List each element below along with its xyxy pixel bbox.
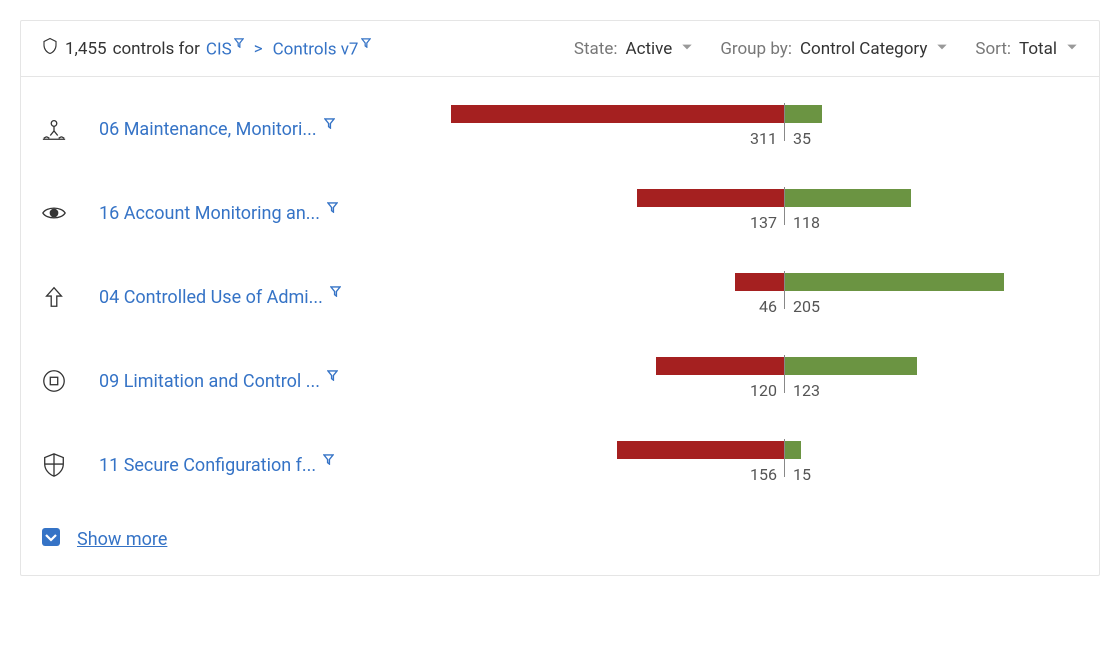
category-bar-chart: 120 123 [419,355,1079,407]
category-bar-chart: 156 15 [419,439,1079,491]
bar-right [785,105,822,123]
value-left: 120 [750,381,777,400]
sort-select[interactable]: Sort: Total [975,39,1079,59]
value-left: 156 [750,465,777,484]
shield-icon [41,37,59,60]
control-category-row: 06 Maintenance, Monitori... 311 35 [21,87,1099,171]
filter-icon[interactable] [327,202,338,213]
header-title: 1,455 controls for CIS > Controls v7 [41,37,371,60]
filter-icon[interactable] [330,286,341,297]
category-bar-chart: 311 35 [419,103,1079,155]
header-controls: State: Active Group by: Control Category… [574,39,1079,59]
breadcrumb-separator: > [254,39,263,59]
chart-axis [784,439,785,477]
category-name-link[interactable]: 16 Account Monitoring an... [99,203,419,224]
filter-icon[interactable] [324,118,335,129]
value-right: 118 [793,213,820,232]
controls-label: controls for [113,39,200,59]
value-right: 205 [793,297,820,316]
chevron-down-icon [680,39,694,59]
panel-footer: Show more [21,507,1099,575]
bar-left [656,357,784,375]
chart-axis [784,187,785,225]
groupby-select[interactable]: Group by: Control Category [720,39,949,59]
control-category-row: 16 Account Monitoring an... 137 118 [21,171,1099,255]
filter-icon[interactable] [323,454,334,465]
control-category-row: 09 Limitation and Control ... 120 123 [21,339,1099,423]
category-bar-chart: 137 118 [419,187,1079,239]
value-left: 46 [759,297,777,316]
value-right: 35 [793,129,811,148]
filter-icon[interactable] [327,370,338,381]
chevron-down-icon [935,39,949,59]
control-category-row: 11 Secure Configuration f... 156 15 [21,423,1099,507]
up-arrow-icon [41,284,99,310]
bar-right [785,273,1004,291]
chart-axis [784,355,785,393]
filter-icon[interactable] [361,38,371,48]
category-name-link[interactable]: 09 Limitation and Control ... [99,371,419,392]
bar-left [617,441,784,459]
eye-icon [41,200,99,226]
value-right: 15 [793,465,811,484]
chart-axis [784,103,785,141]
chevron-down-icon [1065,39,1079,59]
control-category-rows: 06 Maintenance, Monitori... 311 35 16 Accou… [21,77,1099,507]
bar-right [785,357,917,375]
bar-right [785,441,801,459]
breadcrumb-controls-v7[interactable]: Controls v7 [273,38,371,60]
controls-count: 1,455 [65,39,107,59]
bar-left [735,273,784,291]
bar-left [451,105,784,123]
maintenance-icon [41,116,99,142]
chart-axis [784,271,785,309]
value-right: 123 [793,381,820,400]
category-bar-chart: 46 205 [419,271,1079,323]
control-category-row: 04 Controlled Use of Admi... 46 205 [21,255,1099,339]
category-name-link[interactable]: 11 Secure Configuration f... [99,455,419,476]
breadcrumb-cis[interactable]: CIS [206,38,244,60]
filter-icon[interactable] [234,38,244,48]
category-name-link[interactable]: 06 Maintenance, Monitori... [99,119,419,140]
value-left: 137 [750,213,777,232]
show-more-link[interactable]: Show more [77,529,167,550]
category-name-link[interactable]: 04 Controlled Use of Admi... [99,287,419,308]
expand-icon[interactable] [41,527,61,551]
state-select[interactable]: State: Active [574,39,694,59]
value-left: 311 [750,129,777,148]
controls-panel: 1,455 controls for CIS > Controls v7 Sta… [20,20,1100,576]
bar-right [785,189,911,207]
shield-grid-icon [41,452,99,478]
panel-header: 1,455 controls for CIS > Controls v7 Sta… [21,21,1099,77]
stop-icon [41,368,99,394]
bar-left [637,189,784,207]
